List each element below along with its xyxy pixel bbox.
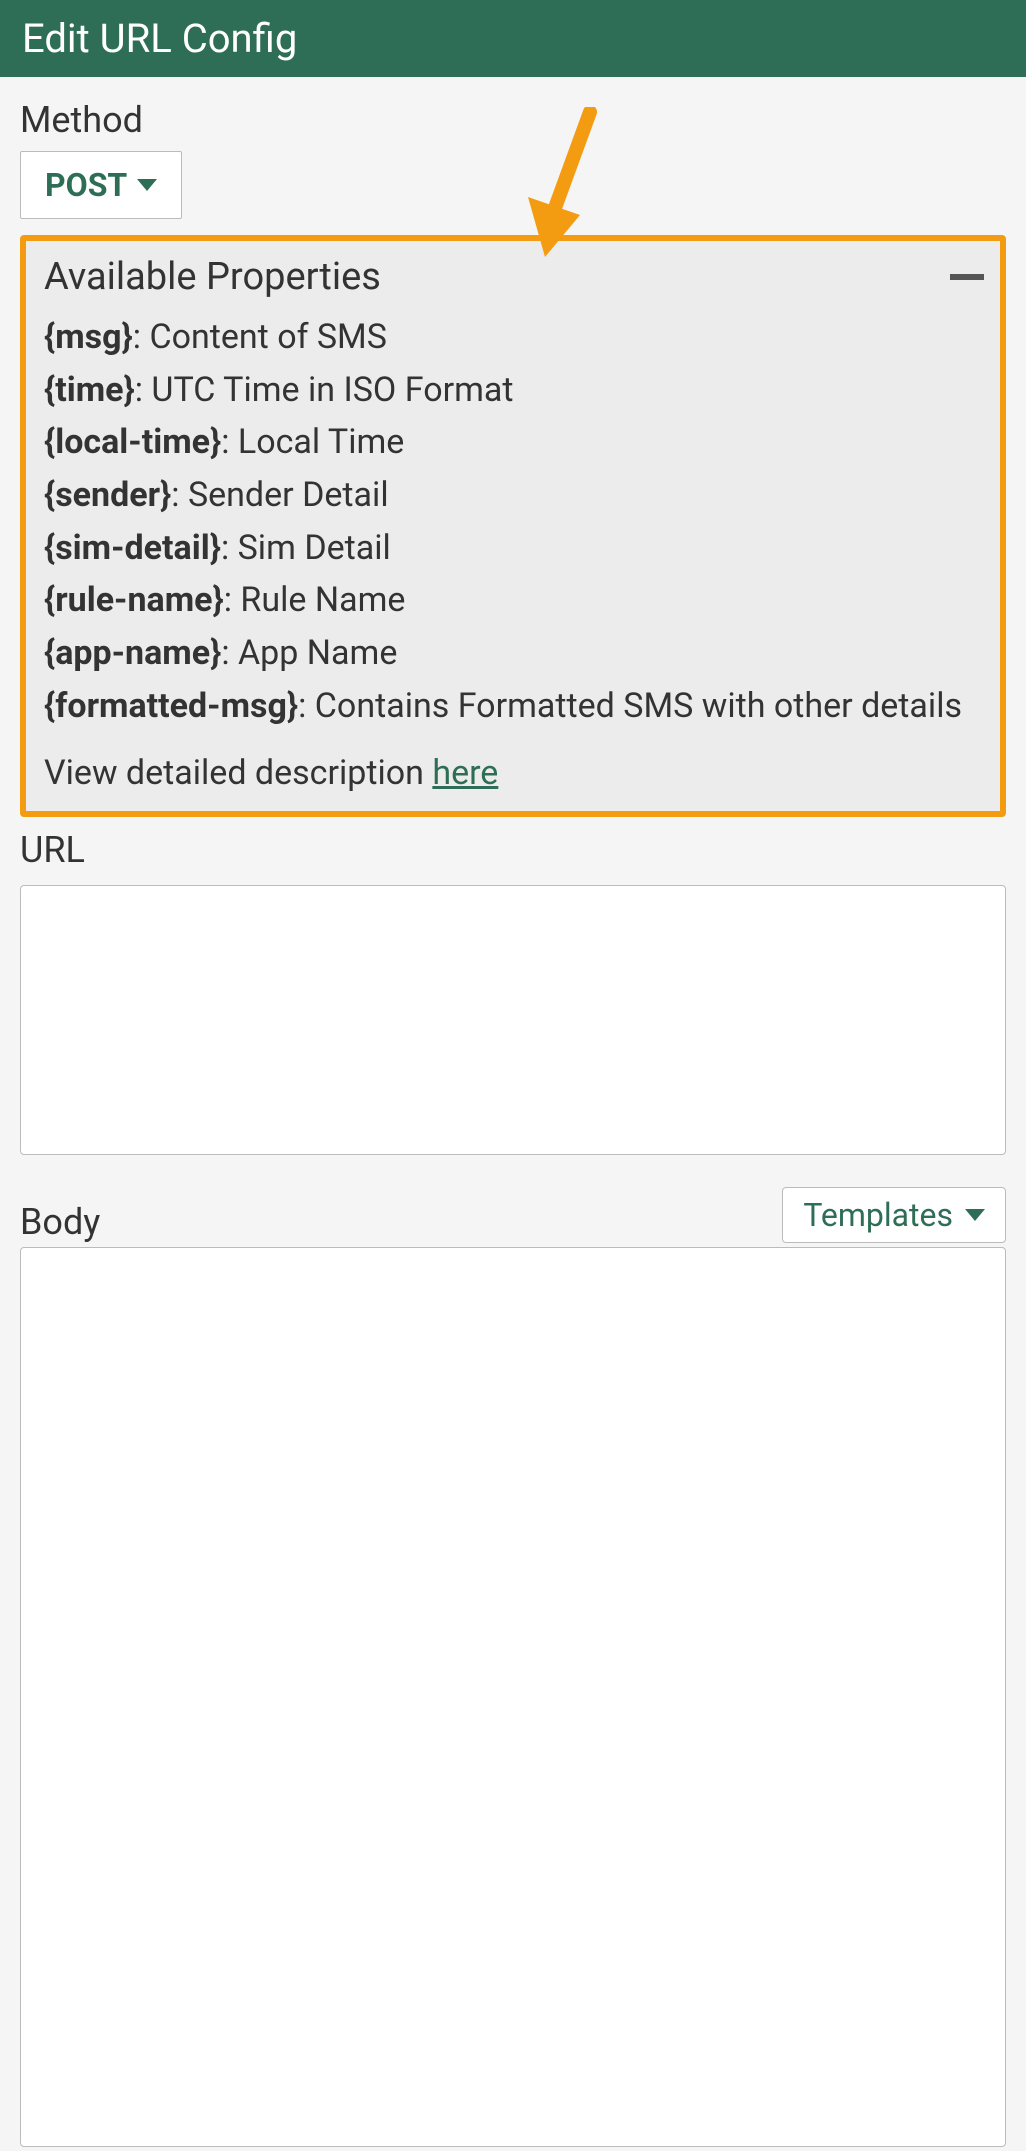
page-title: Edit URL Config [22,15,297,62]
method-label: Method [20,99,1006,141]
property-desc: Rule Name [240,574,405,627]
property-row: {time}: UTC Time in ISO Format [44,364,984,417]
url-label: URL [20,829,1006,871]
app-header: Edit URL Config [0,0,1026,77]
property-row: {formatted-msg}: Contains Formatted SMS … [44,680,984,733]
method-value: POST [45,166,127,204]
property-key: {app-name} [44,627,221,680]
templates-label: Templates [803,1196,953,1234]
property-row: {rule-name}: Rule Name [44,574,984,627]
property-key: {rule-name} [44,574,224,627]
property-desc: UTC Time in ISO Format [151,364,513,417]
property-desc: App Name [238,627,397,680]
property-key: {sim-detail} [44,522,221,575]
property-desc: Sender Detail [188,469,389,522]
collapse-icon[interactable] [950,274,984,280]
detailed-description-link[interactable]: here [432,753,498,793]
property-key: {sender} [44,469,171,522]
property-key: {time} [44,364,135,417]
chevron-down-icon [965,1209,985,1221]
property-key: {msg} [44,311,133,364]
available-properties-panel: Available Properties {msg}: Content of S… [20,235,1006,817]
panel-title: Available Properties [44,255,381,299]
body-label: Body [20,1201,100,1243]
property-row: {msg}: Content of SMS [44,311,984,364]
templates-button[interactable]: Templates [782,1187,1006,1243]
property-desc: Sim Detail [238,522,391,575]
property-desc: Local Time [238,416,404,469]
property-row: {sim-detail}: Sim Detail [44,522,984,575]
property-row: {sender}: Sender Detail [44,469,984,522]
property-row: {local-time}: Local Time [44,416,984,469]
method-select[interactable]: POST [20,151,182,219]
panel-header[interactable]: Available Properties [44,255,984,299]
body-input[interactable] [20,1247,1006,2147]
footer-text: View detailed description [44,753,432,793]
panel-footer: View detailed description here [44,753,984,793]
property-key: {formatted-msg} [44,680,298,733]
property-desc: Contains Formatted SMS with other detail… [315,680,962,733]
property-key: {local-time} [44,416,221,469]
url-input[interactable] [20,885,1006,1155]
main-content: Method POST Available Properties {msg}: … [0,77,1026,2151]
chevron-down-icon [137,179,157,191]
property-desc: Content of SMS [149,311,387,364]
property-row: {app-name}: App Name [44,627,984,680]
